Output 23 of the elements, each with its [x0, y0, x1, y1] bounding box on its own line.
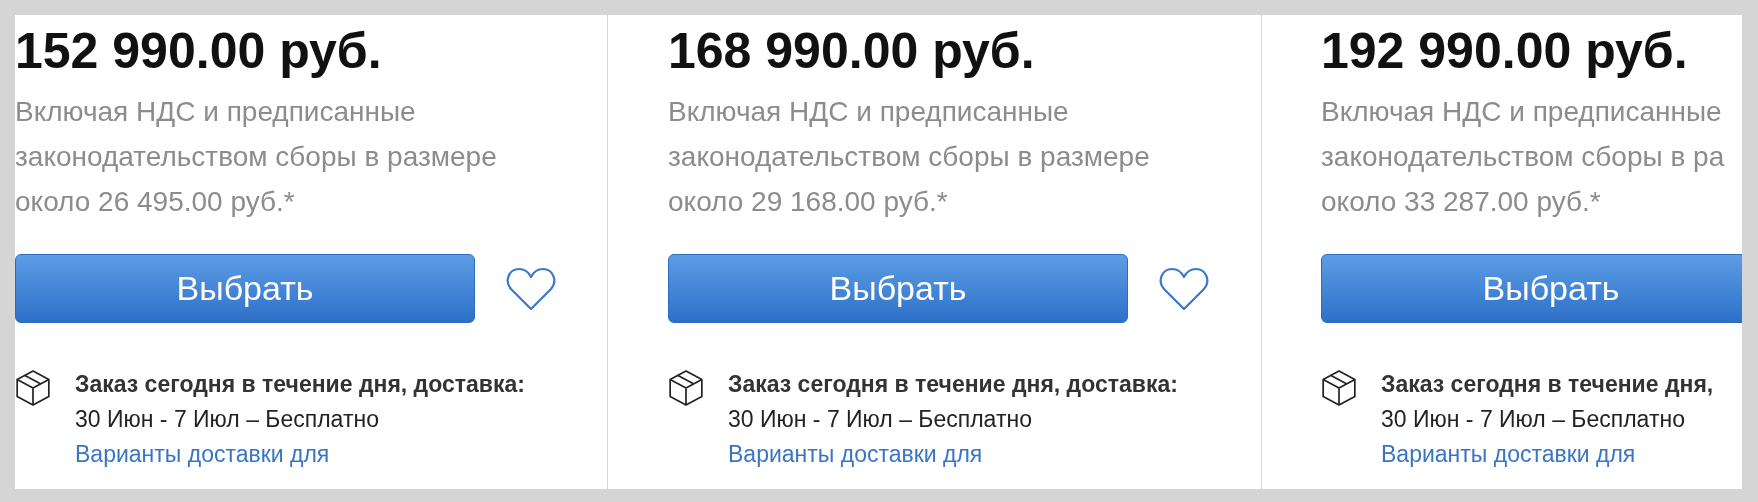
box-icon: [668, 369, 704, 407]
delivery-title: Заказ сегодня в течение дня, доставка:: [728, 370, 1178, 399]
tax-note: Включая НДС и предписанные законодательством сборы в ра около 33 287.00 руб.*: [1321, 95, 1726, 219]
heart-icon[interactable]: [506, 265, 556, 312]
price: 192 990.00 руб.: [1321, 23, 1689, 79]
tax-note: Включая НДС и предписанные законодательством сборы в размере около 26 495.00 руб.*: [15, 95, 498, 219]
delivery-dates: 30 Июн - 7 Июл – Бесплатно: [728, 405, 1033, 434]
delivery-title: Заказ сегодня в течение дня,: [1381, 370, 1714, 399]
select-button[interactable]: Выбрать: [15, 254, 475, 323]
select-button[interactable]: Выбрать: [1321, 254, 1742, 323]
delivery-options-link[interactable]: Варианты доставки для: [1381, 437, 1714, 472]
box-icon: [1321, 369, 1357, 407]
box-icon: [15, 369, 51, 407]
delivery-title: Заказ сегодня в течение дня, доставка:: [75, 370, 525, 399]
price: 168 990.00 руб.: [668, 23, 1036, 79]
price: 152 990.00 руб.: [15, 23, 383, 79]
tax-note: Включая НДС и предписанные законодательством сборы в размере около 29 168.00 руб.*: [668, 95, 1151, 219]
delivery-dates: 30 Июн - 7 Июл – Бесплатно: [1381, 405, 1686, 434]
select-button[interactable]: Выбрать: [668, 254, 1128, 323]
delivery-dates: 30 Июн - 7 Июл – Бесплатно: [75, 405, 380, 434]
heart-icon[interactable]: [1159, 265, 1209, 312]
delivery-options-link[interactable]: Варианты доставки для: [728, 437, 1178, 472]
delivery-options-link[interactable]: Варианты доставки для: [75, 437, 525, 472]
